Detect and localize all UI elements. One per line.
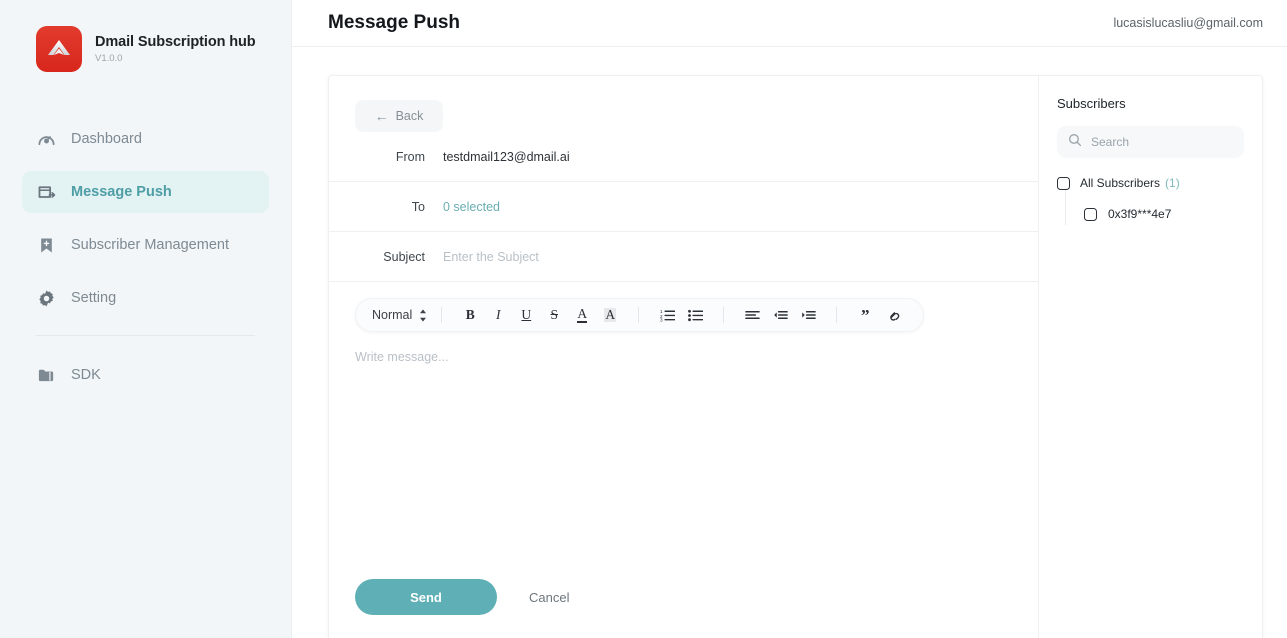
field-label-to: To bbox=[411, 199, 425, 214]
folder-icon bbox=[36, 365, 56, 385]
bold-glyph: B bbox=[465, 307, 475, 323]
text-color-icon[interactable]: A bbox=[571, 304, 593, 326]
message-push-icon bbox=[36, 182, 56, 202]
all-subscribers-count: (1) bbox=[1165, 176, 1180, 190]
text-color-glyph: A bbox=[577, 306, 588, 324]
svg-text:3: 3 bbox=[660, 318, 663, 322]
subscribers-title: Subscribers bbox=[1057, 96, 1126, 111]
sidebar-divider bbox=[36, 335, 255, 336]
sidebar-nav: Dashboard Message Push Subscriber Manage… bbox=[0, 118, 291, 396]
message-body-editor[interactable]: Write message... bbox=[329, 332, 1038, 554]
all-subscribers-checkbox[interactable] bbox=[1057, 176, 1070, 190]
sidebar-item-subscriber-management[interactable]: Subscriber Management bbox=[22, 224, 269, 266]
highlight-color-icon[interactable]: A bbox=[599, 304, 621, 326]
sidebar-item-label: SDK bbox=[71, 367, 101, 383]
bookmark-add-icon bbox=[36, 235, 56, 255]
subscriber-checkbox[interactable] bbox=[1084, 207, 1097, 221]
top-bar: Message Push lucasislucasliu@gmail.com bbox=[292, 0, 1287, 47]
subject-input[interactable]: Enter the Subject bbox=[443, 250, 539, 264]
subscriber-address: 0x3f9***4e7 bbox=[1108, 207, 1172, 221]
field-row-subject: Subject Enter the Subject bbox=[329, 232, 1038, 282]
user-email[interactable]: lucasislucasliu@gmail.com bbox=[1113, 16, 1263, 30]
back-button[interactable]: ← Back bbox=[355, 100, 443, 132]
italic-glyph: I bbox=[496, 307, 501, 323]
toolbar-divider bbox=[836, 307, 838, 323]
subscriber-list: 0x3f9***4e7 bbox=[1065, 190, 1244, 225]
back-button-label: Back bbox=[395, 109, 424, 123]
arrow-left-icon: ← bbox=[374, 108, 389, 124]
sidebar-item-label: Message Push bbox=[71, 184, 172, 200]
field-row-to: To 0 selected bbox=[329, 182, 1038, 232]
field-label-subject: Subject bbox=[383, 249, 425, 264]
send-button[interactable]: Send bbox=[355, 579, 497, 615]
search-icon bbox=[1068, 133, 1082, 152]
field-row-from: From testdmail123@dmail.ai bbox=[329, 132, 1038, 182]
strikethrough-glyph: S bbox=[550, 307, 559, 323]
compose-actions: Send Cancel bbox=[329, 554, 1038, 638]
sidebar-item-message-push[interactable]: Message Push bbox=[22, 171, 269, 213]
bold-icon[interactable]: B bbox=[459, 304, 481, 326]
strikethrough-icon[interactable]: S bbox=[543, 304, 565, 326]
bullet-list-icon[interactable] bbox=[684, 304, 706, 326]
sidebar-item-setting[interactable]: Setting bbox=[22, 277, 269, 319]
link-icon[interactable] bbox=[882, 304, 904, 326]
sidebar-item-dashboard[interactable]: Dashboard bbox=[22, 118, 269, 160]
format-select-value: Normal bbox=[372, 308, 413, 322]
align-left-icon[interactable] bbox=[741, 304, 763, 326]
list-item[interactable]: 0x3f9***4e7 bbox=[1084, 190, 1244, 225]
field-value-to[interactable]: 0 selected bbox=[443, 200, 500, 214]
indent-decrease-icon[interactable] bbox=[769, 304, 791, 326]
highlight-color-glyph: A bbox=[604, 307, 617, 323]
indent-increase-icon[interactable] bbox=[797, 304, 819, 326]
sidebar: Dmail Subscription hub V1.0.0 Dashboard bbox=[0, 0, 292, 638]
subscriber-search[interactable]: Search bbox=[1057, 126, 1244, 158]
compose-pane: ← Back From testdmail123@dmail.ai To 0 s… bbox=[329, 76, 1038, 638]
field-value-from[interactable]: testdmail123@dmail.ai bbox=[443, 150, 570, 164]
subscribers-panel: Subscribers Search All Subscribers (1) 0… bbox=[1038, 76, 1262, 638]
ordered-list-icon[interactable]: 1 2 3 bbox=[656, 304, 678, 326]
page-title: Message Push bbox=[328, 12, 460, 33]
app-root: Dmail Subscription hub V1.0.0 Dashboard bbox=[0, 0, 1287, 638]
dmail-arrow-logo-icon bbox=[36, 26, 82, 72]
field-label-from: From bbox=[395, 149, 425, 164]
brand-version: V1.0.0 bbox=[95, 53, 123, 64]
toolbar-divider bbox=[638, 307, 640, 323]
editor-toolbar-wrap: Normal B I U S A A 1 2 3 ” bbox=[329, 282, 1038, 332]
all-subscribers-label: All Subscribers bbox=[1080, 176, 1161, 190]
cancel-button[interactable]: Cancel bbox=[529, 590, 569, 605]
toolbar-divider bbox=[723, 307, 725, 323]
content-stage: ← Back From testdmail123@dmail.ai To 0 s… bbox=[292, 47, 1287, 638]
sidebar-item-label: Subscriber Management bbox=[71, 237, 229, 253]
underline-icon[interactable]: U bbox=[515, 304, 537, 326]
brand: Dmail Subscription hub V1.0.0 bbox=[0, 0, 291, 72]
blockquote-glyph: ” bbox=[861, 305, 870, 325]
search-input[interactable]: Search bbox=[1091, 135, 1129, 149]
italic-icon[interactable]: I bbox=[487, 304, 509, 326]
all-subscribers-row[interactable]: All Subscribers (1) bbox=[1057, 176, 1244, 190]
sidebar-item-label: Dashboard bbox=[71, 131, 142, 147]
dashboard-gauge-icon bbox=[36, 129, 56, 149]
format-select[interactable]: Normal bbox=[372, 308, 427, 322]
gear-icon bbox=[36, 288, 56, 308]
brand-text: Dmail Subscription hub V1.0.0 bbox=[95, 34, 256, 64]
compose-card: ← Back From testdmail123@dmail.ai To 0 s… bbox=[328, 75, 1263, 638]
blockquote-icon[interactable]: ” bbox=[854, 304, 876, 326]
main-area: Message Push lucasislucasliu@gmail.com ←… bbox=[292, 0, 1287, 638]
toolbar-divider bbox=[441, 307, 443, 323]
underline-glyph: U bbox=[521, 307, 532, 323]
sidebar-item-label: Setting bbox=[71, 290, 117, 306]
message-body-placeholder: Write message... bbox=[355, 350, 449, 364]
editor-toolbar: Normal B I U S A A 1 2 3 ” bbox=[355, 298, 925, 332]
sidebar-item-sdk[interactable]: SDK bbox=[22, 354, 269, 396]
brand-title: Dmail Subscription hub bbox=[95, 34, 256, 50]
chevron-updown-icon bbox=[419, 309, 427, 322]
